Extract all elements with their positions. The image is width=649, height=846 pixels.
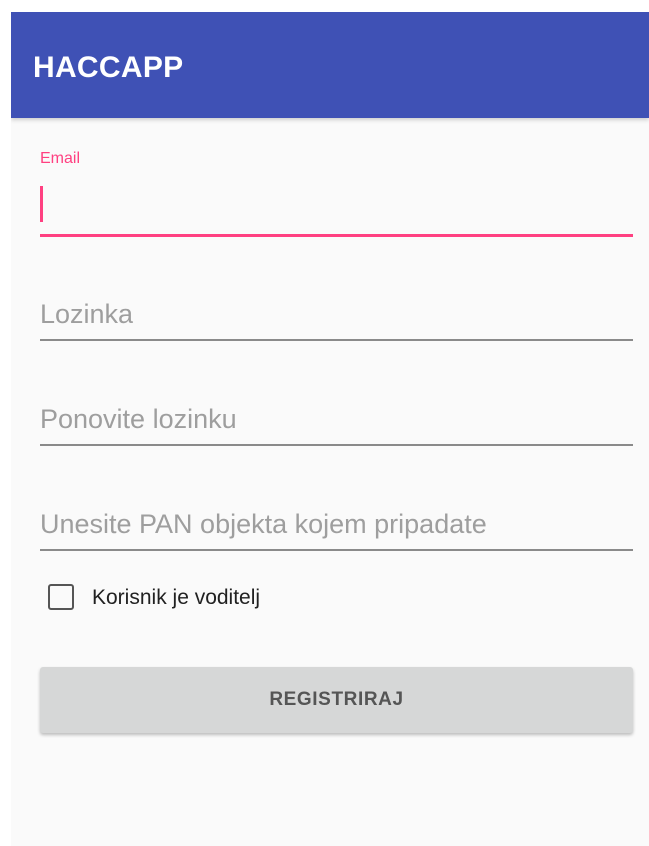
manager-checkbox[interactable]	[48, 584, 74, 610]
repeat-password-field-underline	[40, 444, 633, 446]
register-button[interactable]: REGISTRIRAJ	[40, 667, 633, 733]
pan-field[interactable]	[40, 504, 633, 544]
pan-field-underline	[40, 549, 633, 551]
password-field-underline	[40, 339, 633, 341]
email-field-label: Email	[40, 150, 81, 167]
email-field-container: Email	[40, 150, 633, 242]
manager-checkbox-label[interactable]: Korisnik je voditelj	[92, 586, 260, 610]
password-field[interactable]	[40, 294, 633, 334]
password-field-container	[40, 294, 633, 344]
register-screen: HACCAPP Email Korisnik je voditelj REGIS…	[11, 12, 649, 846]
app-title: HACCAPP	[33, 51, 184, 84]
app-bar: HACCAPP	[11, 12, 649, 118]
email-field[interactable]	[40, 184, 633, 224]
repeat-password-field[interactable]	[40, 399, 633, 439]
register-button-label: REGISTRIRAJ	[269, 689, 404, 710]
manager-checkbox-row[interactable]: Korisnik je voditelj	[48, 584, 448, 614]
repeat-password-field-container	[40, 399, 633, 449]
email-field-underline	[40, 234, 633, 237]
pan-field-container	[40, 504, 633, 554]
